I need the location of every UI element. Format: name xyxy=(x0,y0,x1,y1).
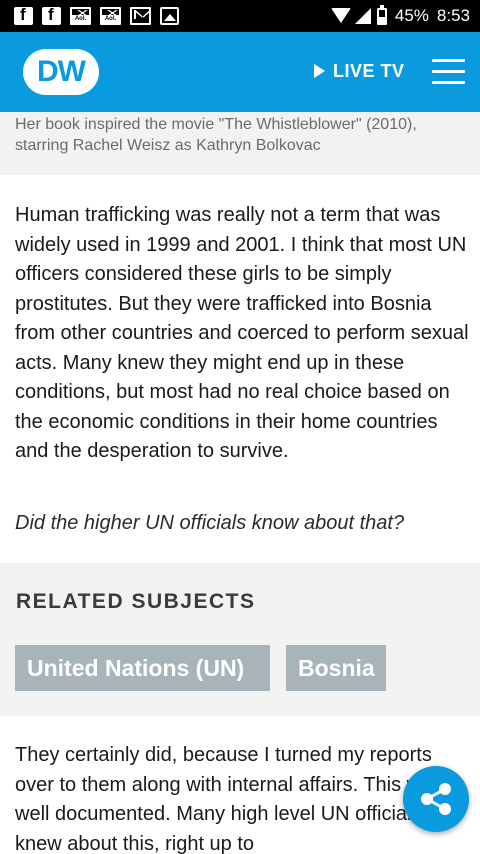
facebook-icon xyxy=(14,5,33,25)
app-header: DW LIVE TV xyxy=(0,32,480,112)
signal-icon xyxy=(354,8,371,24)
article-paragraph: They certainly did, because I turned my … xyxy=(15,744,443,854)
image-caption: Her book inspired the movie "The Whistle… xyxy=(0,112,480,175)
aol-mail-icon: Aol. xyxy=(70,7,91,25)
system-indicators: 45% 8:53 xyxy=(330,4,470,27)
aol-mail-icon: Aol. xyxy=(100,7,121,25)
battery-icon xyxy=(376,4,387,25)
share-icon xyxy=(421,783,451,815)
live-tv-button[interactable]: LIVE TV xyxy=(314,59,405,83)
dw-logo[interactable]: DW xyxy=(23,49,99,95)
share-button[interactable] xyxy=(403,766,469,832)
notification-icons: Aol. Aol. xyxy=(14,5,188,25)
tag-bosnia[interactable]: Bosnia xyxy=(286,645,386,691)
play-icon xyxy=(314,64,325,78)
battery-percent: 45% xyxy=(394,6,429,25)
caption-text: Her book inspired the movie "The Whistle… xyxy=(15,116,417,154)
tag-united-nations[interactable]: United Nations (UN) xyxy=(15,645,270,691)
gmail-icon xyxy=(130,7,151,25)
hamburger-menu-icon[interactable] xyxy=(432,59,465,84)
status-bar: Aol. Aol. 45% 8:53 xyxy=(0,0,480,32)
facebook-icon xyxy=(42,5,61,25)
interview-question: Did the higher UN officials know about t… xyxy=(15,512,405,534)
live-tv-label: LIVE TV xyxy=(333,60,405,81)
wifi-icon xyxy=(330,8,351,24)
article-paragraph: Human trafficking was really not a term … xyxy=(15,204,469,462)
related-subjects-section: RELATED SUBJECTS United Nations (UN) Bos… xyxy=(0,563,480,716)
logo-text: DW xyxy=(37,55,86,88)
clock: 8:53 xyxy=(436,6,470,25)
related-subjects-heading: RELATED SUBJECTS xyxy=(16,590,256,613)
gallery-icon xyxy=(160,7,179,25)
